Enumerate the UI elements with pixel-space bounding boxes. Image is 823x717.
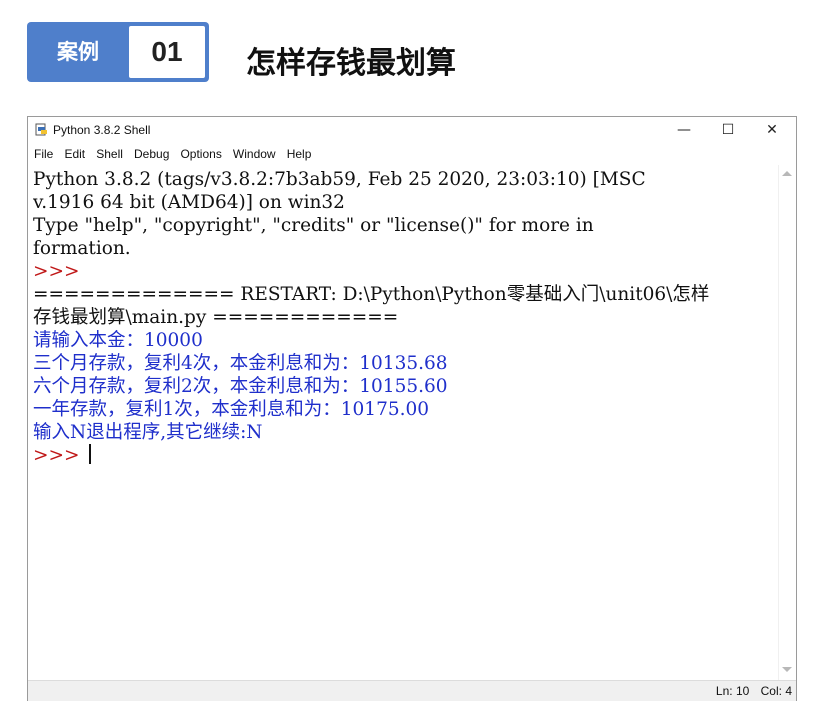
maximize-button[interactable]: ☐ xyxy=(706,117,750,143)
case-label: 案例 xyxy=(57,40,99,64)
text-cursor xyxy=(89,444,92,464)
shell-line: Python 3.8.2 (tags/v3.8.2:7b3ab59, Feb 2… xyxy=(33,169,646,190)
menu-edit[interactable]: Edit xyxy=(61,143,88,165)
menu-debug[interactable]: Debug xyxy=(131,143,172,165)
shell-line: v.1916 64 bit (AMD64)] on win32 xyxy=(33,192,345,213)
case-badge: 案例 01 xyxy=(27,22,209,82)
shell-line: 存钱最划算\main.py ============ xyxy=(33,307,399,328)
idle-shell-window: Python 3.8.2 Shell — ☐ ✕ File Edit Shell… xyxy=(27,116,797,701)
shell-line: 输入N退出程序,其它继续:N xyxy=(33,422,263,443)
status-line: Ln: 10 xyxy=(715,684,750,698)
scroll-down-icon[interactable] xyxy=(782,667,792,672)
shell-line: formation. xyxy=(33,238,131,259)
shell-line: >>> xyxy=(33,444,777,467)
menu-window[interactable]: Window xyxy=(230,143,279,165)
menu-bar: File Edit Shell Debug Options Window Hel… xyxy=(28,143,796,165)
window-title: Python 3.8.2 Shell xyxy=(53,123,151,137)
shell-line: >>> xyxy=(33,261,86,282)
status-col: Col: 4 xyxy=(760,684,792,698)
shell-output: Python 3.8.2 (tags/v3.8.2:7b3ab59, Feb 2… xyxy=(33,168,777,467)
case-title: 怎样存钱最划算 xyxy=(246,46,456,81)
case-number: 01 xyxy=(129,26,205,78)
minimize-button[interactable]: — xyxy=(662,117,706,143)
shell-line: ============= RESTART: D:\Python\Python零… xyxy=(33,284,710,305)
status-bar: Ln: 10 Col: 4 xyxy=(28,680,796,701)
vertical-scrollbar[interactable] xyxy=(778,165,796,680)
python-idle-icon xyxy=(35,123,47,136)
shell-text-area[interactable]: Python 3.8.2 (tags/v3.8.2:7b3ab59, Feb 2… xyxy=(29,165,778,680)
shell-line: Type "help", "copyright", "credits" or "… xyxy=(33,215,594,236)
scroll-up-icon[interactable] xyxy=(782,171,792,176)
shell-line: 请输入本金：10000 xyxy=(33,330,203,351)
close-button[interactable]: ✕ xyxy=(750,117,794,143)
shell-line: 三个月存款，复利4次，本金利息和为：10135.68 xyxy=(33,353,448,374)
menu-options[interactable]: Options xyxy=(177,143,224,165)
title-bar[interactable]: Python 3.8.2 Shell — ☐ ✕ xyxy=(28,117,796,143)
menu-shell[interactable]: Shell xyxy=(93,143,126,165)
shell-line: 一年存款，复利1次，本金利息和为：10175.00 xyxy=(33,399,430,420)
menu-file[interactable]: File xyxy=(31,143,56,165)
shell-line: 六个月存款，复利2次，本金利息和为：10155.60 xyxy=(33,376,448,397)
menu-help[interactable]: Help xyxy=(284,143,315,165)
